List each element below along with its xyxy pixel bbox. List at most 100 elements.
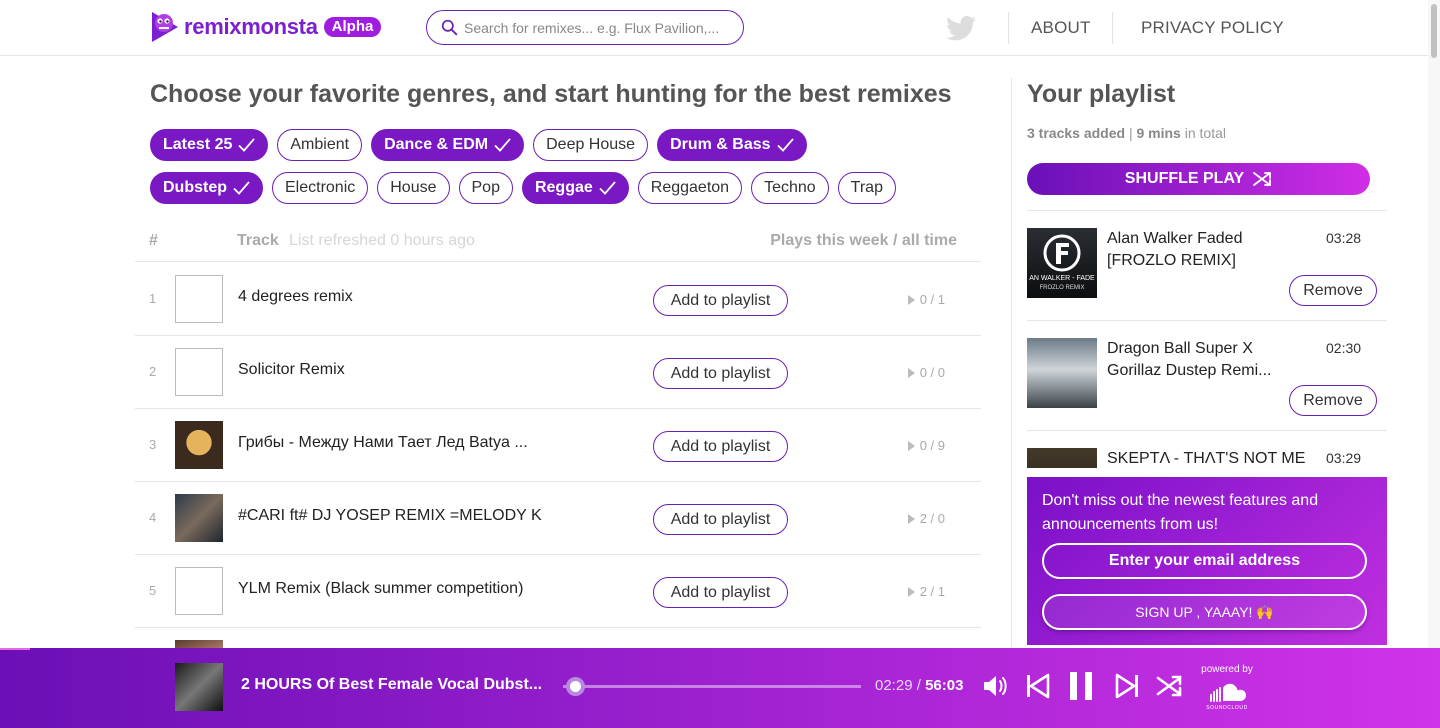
shuffle-icon[interactable] [1155, 671, 1185, 701]
genre-chip-reggaeton[interactable]: Reggaeton [637, 172, 743, 204]
genre-chip-electronic[interactable]: Electronic [272, 172, 369, 204]
genre-chip-label: Drum & Bass [670, 136, 771, 153]
track-title[interactable]: Грибы - Между Нами Тает Лед Batya ... [238, 434, 528, 452]
soundcloud-wordmark: SOUNDCLOUD [1206, 705, 1248, 711]
genre-chip-deep-house[interactable]: Deep House [533, 129, 649, 161]
genre-chip-label: Techno [764, 179, 816, 196]
nav-privacy-link[interactable]: PRIVACY POLICY [1141, 18, 1284, 38]
add-to-playlist-button[interactable]: Add to playlist [653, 431, 788, 462]
refresh-status: List refreshed 0 hours ago [289, 232, 475, 249]
skip-back-icon[interactable] [1023, 671, 1053, 701]
powered-by-label: powered by [1201, 664, 1253, 675]
sidebar-divider [1011, 78, 1012, 648]
playlist-item-title[interactable]: Dragon Ball Super X Gorillaz Dustep Remi… [1107, 338, 1307, 382]
genre-chip-latest-25[interactable]: Latest 25 [150, 129, 269, 161]
page-scrollbar[interactable] [1428, 0, 1440, 648]
track-artwork [175, 421, 223, 469]
search-box[interactable] [426, 10, 744, 45]
play-count: 2 / 1 [907, 584, 945, 599]
search-input[interactable] [464, 19, 734, 36]
time-separator: / [916, 677, 921, 694]
search-icon [441, 19, 458, 36]
nav-about-link[interactable]: ABOUT [1031, 18, 1091, 38]
genre-chip-trap[interactable]: Trap [837, 172, 896, 204]
play-icon [907, 294, 915, 305]
total-time: 56:03 [925, 677, 964, 694]
genre-chip-techno[interactable]: Techno [751, 172, 829, 204]
playlist-items[interactable]: AN WALKER - FADE FROZLO REMIX Alan Walker … [1027, 210, 1387, 468]
track-title[interactable]: 4 degrees remix [238, 288, 353, 306]
track-title[interactable]: YLM Remix (Black summer competition) [238, 580, 523, 598]
play-icon [907, 586, 915, 597]
playlist-item-duration: 03:29 [1326, 450, 1362, 466]
track-title[interactable]: #CARI ft# DJ YOSEP REMIX =MELODY K... [238, 507, 543, 525]
twitter-icon[interactable] [946, 16, 976, 41]
genre-chip-label: Pop [471, 179, 500, 196]
genre-chip-dance-and-edm[interactable]: Dance & EDM [371, 129, 525, 161]
track-number: 4 [149, 510, 157, 525]
playlist-item-duration: 02:30 [1326, 340, 1362, 356]
soundcloud-attribution[interactable]: powered by SOUNDCLOUD [1200, 664, 1254, 711]
playlist-item-title[interactable]: SKEPTΛ - THΛT'S NOT ME [1107, 448, 1307, 468]
genre-chip-ambient[interactable]: Ambient [277, 129, 363, 161]
playlist-item[interactable]: SKEPTΛ - THΛT'S NOT ME03:29Remove [1027, 430, 1387, 468]
seek-handle[interactable] [566, 677, 586, 696]
check-icon [238, 138, 256, 152]
genre-chip-dubstep[interactable]: Dubstep [150, 172, 263, 204]
play-count: 0 / 9 [907, 438, 945, 453]
shuffle-play-button[interactable]: SHUFFLE PLAY [1027, 163, 1370, 195]
column-track-header[interactable]: Track [237, 232, 279, 250]
track-artwork [175, 494, 223, 542]
scrollbar-thumb[interactable] [1431, 4, 1437, 58]
add-to-playlist-button[interactable]: Add to playlist [653, 504, 788, 535]
genre-chip-pop[interactable]: Pop [458, 172, 513, 204]
table-row[interactable]: 3 Грибы - Между Нами Тает Лед Batya ... Ad… [135, 409, 981, 482]
remove-button[interactable]: Remove [1289, 275, 1377, 306]
track-artwork-logo: AN WALKER - FADE FROZLO REMIX [1029, 234, 1095, 291]
brand-logo[interactable]: remixmonsta Alpha [150, 10, 382, 44]
track-title[interactable]: Solicitor Remix [238, 361, 345, 379]
add-to-playlist-button[interactable]: Add to playlist [653, 285, 788, 316]
play-count-value: 0 / 1 [919, 292, 945, 307]
add-to-playlist-button[interactable]: Add to playlist [653, 358, 788, 389]
track-artwork [175, 275, 223, 323]
playlist-track-count: 3 tracks added [1027, 125, 1126, 141]
table-row[interactable]: 1 4 degrees remix Add to playlist 0 / 1 [135, 263, 981, 336]
check-icon [494, 138, 511, 152]
genre-chip-reggae[interactable]: Reggae [521, 172, 629, 204]
table-row[interactable]: 4 #CARI ft# DJ YOSEP REMIX =MELODY K... Ad… [135, 482, 981, 555]
track-artwork [175, 567, 223, 615]
signup-button[interactable]: SIGN UP , YAAAY! 🙌 [1042, 594, 1367, 630]
now-playing-title[interactable]: 2 HOURS Of Best Female Vocal Dubst... [241, 676, 542, 694]
genre-chip-label: House [390, 179, 437, 196]
genre-chip-label: Dance & EDM [384, 136, 489, 153]
column-plays-header[interactable]: Plays this week / all time [770, 232, 957, 250]
page-heading: Choose your favorite genres, and start h… [150, 80, 952, 108]
table-row[interactable]: 2 Solicitor Remix Add to playlist 0 / 0 [135, 336, 981, 409]
genre-chip-label: Dubstep [163, 179, 227, 196]
elapsed-time: 02:29 [875, 677, 913, 694]
playlist-item[interactable]: AN WALKER - FADE FROZLO REMIX Alan Walker … [1027, 210, 1387, 320]
playlist-item[interactable]: Dragon Ball Super X Gorillaz Dustep Remi… [1027, 320, 1387, 430]
track-artwork [175, 348, 223, 396]
skip-forward-icon[interactable] [1112, 671, 1142, 701]
track-number: 3 [149, 437, 157, 452]
table-row[interactable]: 5 YLM Remix (Black summer competition) Add… [135, 555, 981, 628]
email-field[interactable] [1042, 543, 1367, 579]
genre-chip-drum-and-bass[interactable]: Drum & Bass [657, 129, 807, 161]
pause-icon[interactable] [1067, 671, 1097, 701]
shuffle-play-label: SHUFFLE PLAY [1124, 170, 1245, 187]
track-number: 2 [149, 364, 157, 379]
remove-button[interactable]: Remove [1289, 385, 1377, 416]
volume-icon[interactable] [980, 671, 1010, 701]
play-count: 2 / 0 [907, 511, 945, 526]
nav-divider [1112, 12, 1113, 44]
genre-chip-house[interactable]: House [377, 172, 450, 204]
artwork-caption: AN WALKER - FADE [1029, 275, 1095, 282]
soundcloud-icon [1210, 683, 1246, 702]
playlist-item-title[interactable]: Alan Walker Faded [FROZLO REMIX] [1107, 228, 1307, 272]
play-count: 0 / 1 [907, 292, 945, 307]
add-to-playlist-button[interactable]: Add to playlist [653, 577, 788, 608]
seek-bar[interactable] [563, 677, 861, 696]
monster-logo-icon [152, 12, 178, 42]
